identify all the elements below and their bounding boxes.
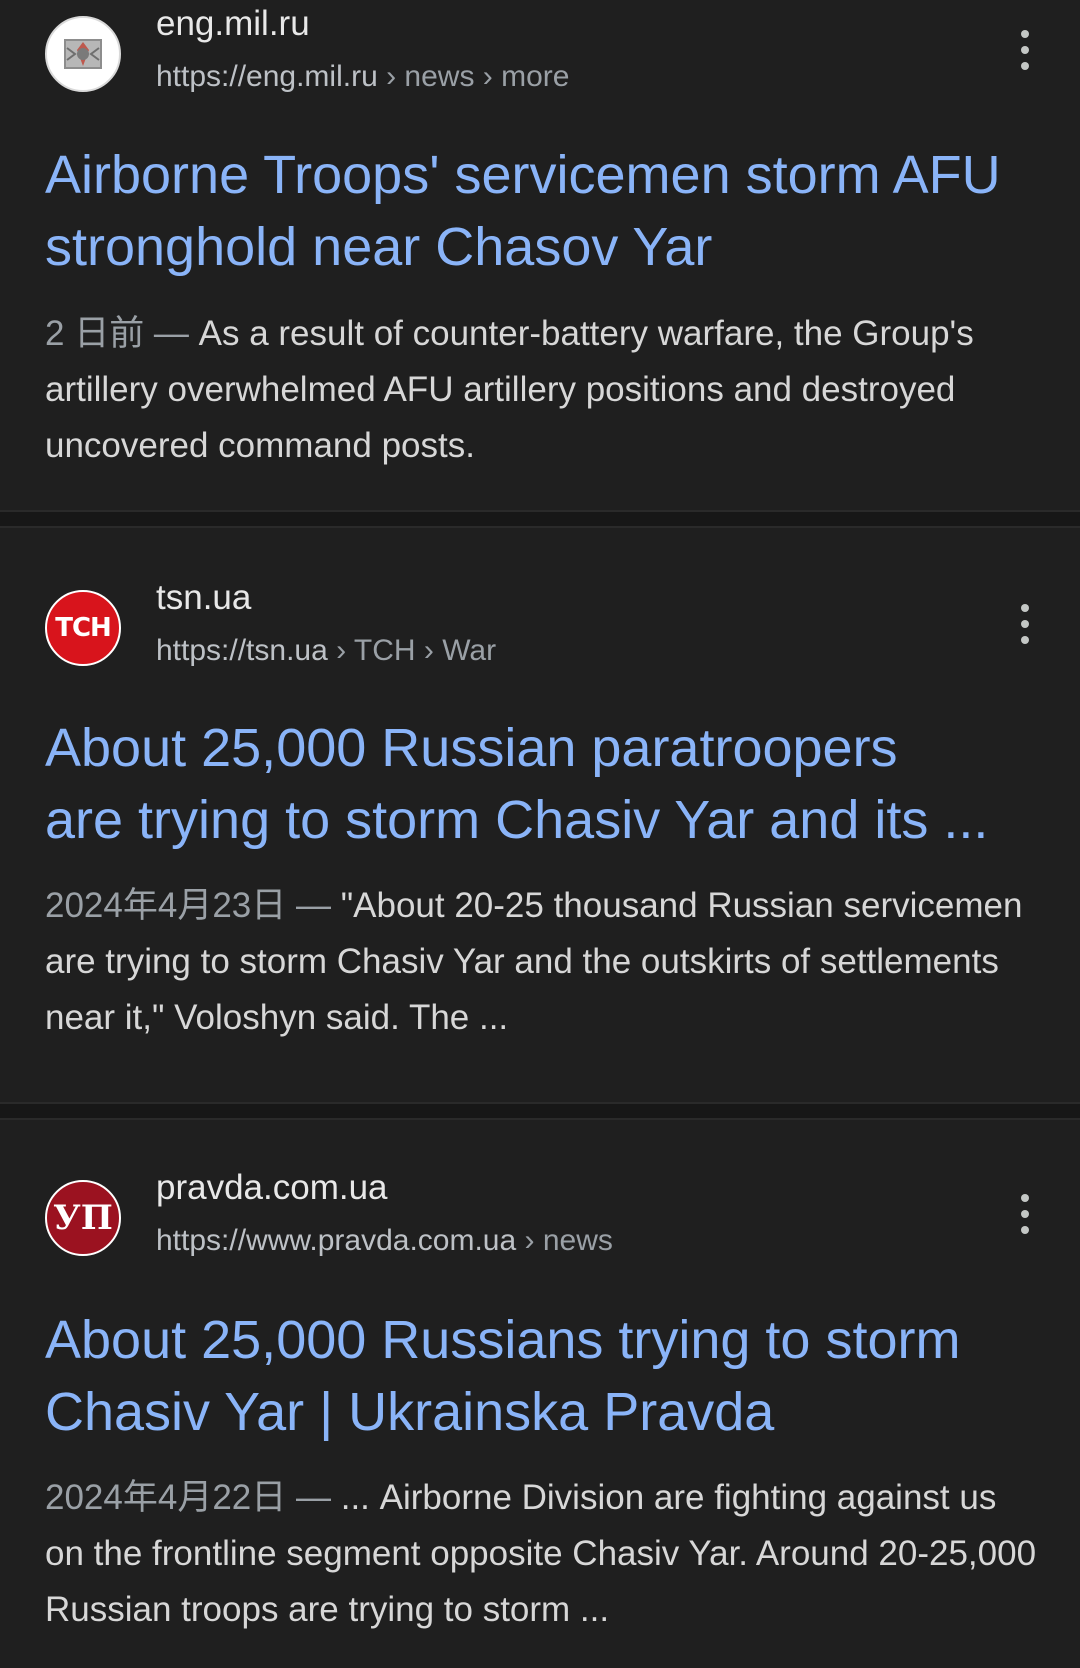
site-url: https://tsn.ua › TCH › War — [156, 634, 496, 668]
url-host: https://eng.mil.ru — [156, 60, 378, 93]
tsn-logo-icon: TCH — [45, 590, 121, 666]
search-result-3: УП pravda.com.ua https://www.pravda.com.… — [0, 1120, 1080, 1668]
result-snippet: 2024年4月23日 — "About 20-25 thousand Russi… — [45, 878, 1040, 1046]
more-options-icon[interactable] — [1010, 604, 1040, 644]
favicon-text: TCH — [55, 613, 112, 643]
result-date: 2 日前 — — [45, 314, 199, 353]
search-result-1: eng.mil.ru https://eng.mil.ru › news › m… — [0, 0, 1080, 510]
more-options-icon[interactable] — [1010, 30, 1040, 70]
result-divider — [0, 510, 1080, 528]
title-line-1: About 25,000 Russian paratroopers — [45, 718, 898, 778]
url-host: https://www.pravda.com.ua — [156, 1224, 517, 1257]
result-title-link[interactable]: About 25,000 Russian paratroopers are tr… — [45, 712, 1040, 856]
site-url: https://www.pravda.com.ua › news — [156, 1224, 613, 1258]
title-line-2: are trying to storm Chasiv Yar and its .… — [45, 790, 989, 850]
result-title-link[interactable]: About 25,000 Russians trying to storm Ch… — [45, 1304, 1040, 1448]
url-path: › TCH › War — [327, 634, 497, 667]
site-url: https://eng.mil.ru › news › more — [156, 60, 569, 94]
more-options-icon[interactable] — [1010, 1194, 1040, 1234]
pravda-logo-icon: УП — [45, 1180, 121, 1256]
result-snippet: 2024年4月22日 — ... Airborne Division are f… — [45, 1470, 1040, 1638]
result-snippet: 2 日前 — As a result of counter-battery wa… — [45, 306, 1040, 474]
url-path: › news › more — [377, 60, 570, 93]
result-date: 2024年4月23日 — — [45, 886, 341, 925]
site-name: pravda.com.ua — [156, 1168, 388, 1207]
result-divider — [0, 1102, 1080, 1120]
favicon-text: УП — [53, 1198, 113, 1238]
url-path: › news — [516, 1224, 613, 1257]
search-result-2: TCH tsn.ua https://tsn.ua › TCH › War Ab… — [0, 528, 1080, 1102]
site-name: eng.mil.ru — [156, 4, 310, 43]
site-name: tsn.ua — [156, 578, 252, 617]
result-title-link[interactable]: Airborne Troops' servicemen storm AFU st… — [45, 139, 1040, 283]
url-host: https://tsn.ua — [156, 634, 328, 667]
result-date: 2024年4月22日 — — [45, 1478, 341, 1517]
emblem-icon — [45, 16, 121, 92]
